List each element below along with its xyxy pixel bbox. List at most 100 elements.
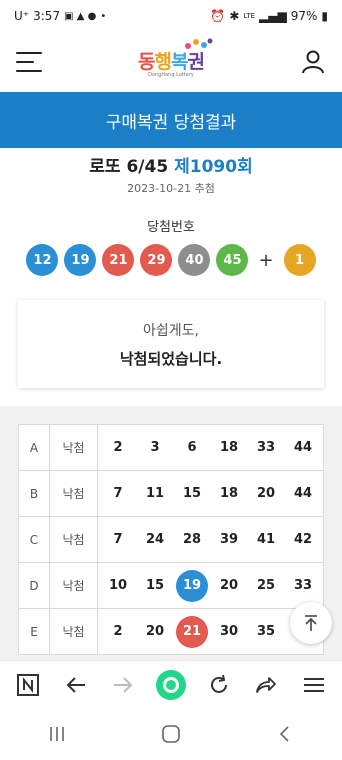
ticket-slot: D xyxy=(18,562,50,609)
ticket-number: 18 xyxy=(219,440,239,455)
ticket-number: 19 xyxy=(176,569,208,602)
battery-icon: ▮ xyxy=(321,9,328,23)
arrow-up-icon[interactable] xyxy=(290,602,332,644)
ticket-slot: A xyxy=(18,424,50,471)
ticket-status: 낙첨 xyxy=(49,470,98,517)
draw-heading: 로또 6/45 제1090회 xyxy=(0,152,342,177)
logo-decoration-icon xyxy=(184,38,214,55)
logo-char-2: 행 xyxy=(154,50,173,73)
circle-tab-icon[interactable] xyxy=(154,668,188,702)
result-subtext: 아쉽게도, xyxy=(143,322,199,339)
ticket-status: 낙첨 xyxy=(49,562,98,609)
winning-ball: 12 xyxy=(26,244,59,276)
ticket-number: 15 xyxy=(182,486,202,501)
plus-sign: + xyxy=(258,249,274,271)
ticket-number: 33 xyxy=(293,578,313,593)
table-row: B 낙첨 7 11 15 18 20 44 xyxy=(18,470,324,517)
dot-icon: • xyxy=(100,10,107,22)
table-row: E 낙첨 2 20 21 30 35 xyxy=(18,608,324,655)
system-nav-bar xyxy=(0,708,342,760)
ticket-number: 20 xyxy=(219,578,239,593)
winning-ball: 45 xyxy=(216,244,249,276)
ticket-numbers: 10 15 19 20 25 33 xyxy=(97,562,324,609)
app-header: 동행복권 DongHang Lottery xyxy=(0,32,342,92)
ticket-number: 18 xyxy=(219,486,239,501)
winning-ball: 29 xyxy=(140,244,173,276)
ticket-number: 44 xyxy=(293,440,313,455)
ticket-number: 3 xyxy=(150,440,160,455)
logo-char-1: 동 xyxy=(138,50,156,73)
table-row: D 낙첨 10 15 19 20 25 33 xyxy=(18,562,324,609)
game-name: 로또 6/45 xyxy=(89,157,169,177)
back-arrow-icon[interactable] xyxy=(59,668,93,702)
ticket-numbers: 2 20 21 30 35 xyxy=(97,608,324,655)
ticket-number: 20 xyxy=(145,624,165,639)
result-message: 낙첨되었습니다. xyxy=(119,349,223,368)
user-icon[interactable] xyxy=(300,49,326,75)
winning-numbers: 12 19 21 29 40 45 + 1 xyxy=(0,244,342,276)
browser-toolbar xyxy=(0,660,342,708)
ticket-number: 33 xyxy=(256,440,276,455)
forward-arrow-icon[interactable] xyxy=(106,668,140,702)
ticket-slot: C xyxy=(18,516,50,563)
ticket-number: 15 xyxy=(145,578,165,593)
draw-round: 제1090회 xyxy=(174,157,253,177)
ticket-number: 35 xyxy=(256,624,276,639)
refresh-icon[interactable] xyxy=(202,668,236,702)
ticket-numbers: 7 24 28 39 41 42 xyxy=(97,516,324,563)
bluetooth-icon: ✱ xyxy=(229,9,240,23)
hamburger-menu-icon[interactable] xyxy=(16,52,42,72)
draw-date: 2023-10-21 추첨 xyxy=(127,182,215,195)
winning-ball: 19 xyxy=(64,244,97,276)
status-bar: U⁺ 3:57 ▣ ▲ ● • ⏰ ✱ LTE ▂▄▆ 97% ▮ xyxy=(0,0,342,32)
home-icon[interactable] xyxy=(154,717,188,751)
battery-level: 97% xyxy=(290,9,318,23)
ticket-number: 28 xyxy=(182,532,202,547)
ticket-number: 6 xyxy=(187,440,197,455)
ticket-numbers: 7 11 15 18 20 44 xyxy=(97,470,324,517)
ticket-number: 39 xyxy=(219,532,239,547)
alarm-icon: ⏰ xyxy=(210,9,226,23)
table-row: C 낙첨 7 24 28 39 41 42 xyxy=(18,516,324,563)
ticket-status: 낙첨 xyxy=(49,424,98,471)
network-label: LTE xyxy=(243,12,256,20)
signal-icon: ▂▄▆ xyxy=(259,9,287,23)
ticket-number: 24 xyxy=(145,532,165,547)
carrier-label: U⁺ xyxy=(14,9,30,23)
share-icon[interactable] xyxy=(249,668,283,702)
ticket-numbers: 2 3 6 18 33 44 xyxy=(97,424,324,471)
result-card: 아쉽게도, 낙첨되었습니다. xyxy=(18,300,324,388)
winning-numbers-label: 당첨번호 xyxy=(147,220,195,235)
n-home-icon[interactable] xyxy=(11,668,45,702)
notification-icon: ▣ ▲ ● xyxy=(64,10,97,22)
ticket-status: 낙첨 xyxy=(49,608,98,655)
bonus-ball: 1 xyxy=(283,244,316,276)
winning-ball: 40 xyxy=(178,244,211,276)
ticket-number: 42 xyxy=(293,532,313,547)
clock-time: 3:57 xyxy=(33,9,61,23)
ticket-number: 2 xyxy=(113,624,123,639)
recent-apps-icon[interactable] xyxy=(40,717,74,751)
ticket-number: 30 xyxy=(219,624,239,639)
ticket-number: 20 xyxy=(256,486,276,501)
ticket-number: 10 xyxy=(108,578,128,593)
ticket-number: 25 xyxy=(256,578,276,593)
winning-ball: 21 xyxy=(102,244,135,276)
ticket-number: 11 xyxy=(145,486,165,501)
table-row: A 낙첨 2 3 6 18 33 44 xyxy=(18,424,324,471)
page-title: 구매복권 당첨결과 xyxy=(105,112,237,133)
ticket-slot: E xyxy=(18,608,50,655)
logo-subtitle: DongHang Lottery xyxy=(148,71,194,78)
ticket-number: 44 xyxy=(293,486,313,501)
browser-menu-icon[interactable] xyxy=(297,668,331,702)
back-icon[interactable] xyxy=(268,717,302,751)
page-title-bar: 구매복권 당첨결과 xyxy=(0,92,342,148)
ticket-number: 7 xyxy=(113,486,123,501)
ticket-number: 41 xyxy=(256,532,276,547)
ticket-table: A 낙첨 2 3 6 18 33 44 B 낙첨 7 11 15 18 20 44 C 낙첨 7 24 28 39 41 42… xyxy=(18,424,324,655)
ticket-slot: B xyxy=(18,470,50,517)
ticket-number: 21 xyxy=(176,615,208,648)
ticket-number: 2 xyxy=(113,440,123,455)
ticket-status: 낙첨 xyxy=(49,516,98,563)
ticket-number: 7 xyxy=(113,532,123,547)
